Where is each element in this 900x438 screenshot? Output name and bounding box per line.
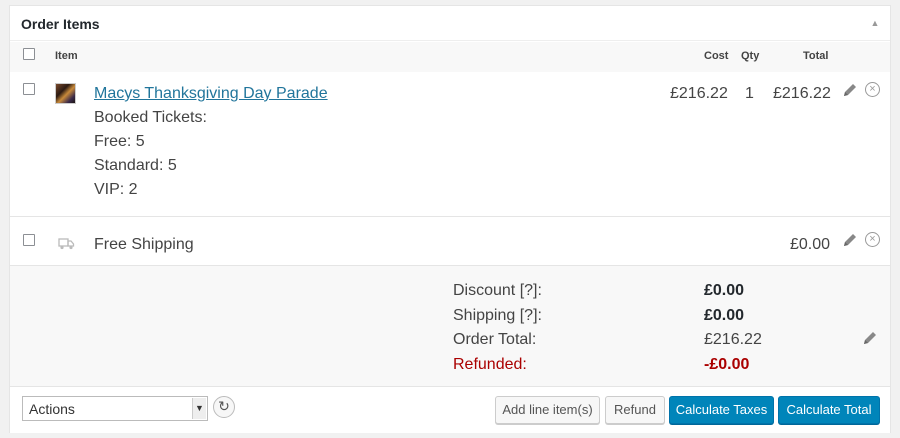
refund-button[interactable]: Refund [605,396,665,424]
item-meta-vip: VIP: 2 [94,181,138,198]
line-item-row: Macys Thanksgiving Day Parade Booked Tic… [10,72,890,217]
order-total-value: £216.22 [704,331,762,348]
panel-header: Order Items ▲ [10,6,890,41]
column-total: Total [803,50,829,62]
pencil-icon[interactable] [862,330,878,346]
column-headers: Item Cost Qty Total [10,42,890,72]
order-total-label: Order Total: [453,331,537,348]
chevron-down-icon[interactable]: ▼ [192,398,206,419]
close-circle-icon[interactable]: × [865,232,880,247]
collapse-icon[interactable]: ▲ [870,18,880,28]
column-item: Item [55,50,78,62]
add-line-items-button[interactable]: Add line item(s) [495,396,600,424]
item-meta-heading: Booked Tickets: [94,109,207,126]
actions-select[interactable]: Actions ▼ [22,396,208,421]
shipping-label: Shipping [?]: [453,307,542,324]
pencil-icon[interactable] [842,82,858,98]
item-meta-standard: Standard: 5 [94,157,177,174]
actions-select-value: Actions [29,401,75,417]
truck-icon [58,238,75,250]
shipping-row: Free Shipping £0.00 × [10,220,890,266]
item-meta-free: Free: 5 [94,133,145,150]
refunded-label: Refunded: [453,356,527,373]
order-items-panel: Order Items ▲ Item Cost Qty Total Macys … [9,5,891,433]
item-cost: £216.22 [670,85,728,102]
panel-title: Order Items [21,16,100,32]
shipping-method-name: Free Shipping [94,236,194,253]
shipping-value: £0.00 [704,307,745,324]
refresh-icon[interactable]: ↻ [213,396,235,418]
column-cost: Cost [704,50,729,62]
product-thumbnail[interactable] [55,83,76,104]
select-all-checkbox[interactable] [23,48,35,60]
shipping-total: £0.00 [790,236,831,253]
item-total: £216.22 [773,85,831,102]
order-totals: Discount [?]: £0.00 Shipping [?]: £0.00 … [10,266,890,387]
item-qty: 1 [745,85,754,102]
calculate-taxes-button[interactable]: Calculate Taxes [669,396,774,424]
order-items-footer: Actions ▼ ↻ Add line item(s) Refund Calc… [10,388,890,433]
close-circle-icon[interactable]: × [865,82,880,97]
discount-value: £0.00 [704,282,745,299]
refunded-value: -£0.00 [704,356,750,373]
line-item-checkbox[interactable] [23,83,35,95]
column-qty: Qty [741,50,760,62]
product-link[interactable]: Macys Thanksgiving Day Parade [94,85,328,103]
calculate-total-button[interactable]: Calculate Total [778,396,880,424]
discount-label: Discount [?]: [453,282,542,299]
shipping-checkbox[interactable] [23,234,35,246]
pencil-icon[interactable] [842,232,858,248]
